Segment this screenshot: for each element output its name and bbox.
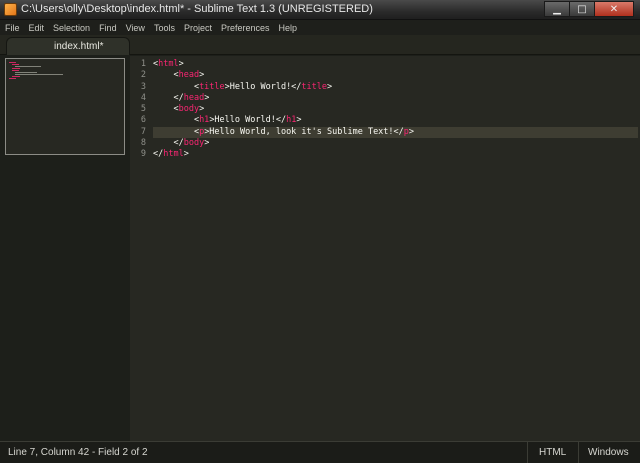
title-bar: C:\Users\olly\Desktop\index.html* - Subl… xyxy=(0,0,640,20)
line-number: 2 xyxy=(140,70,146,81)
menu-tools[interactable]: Tools xyxy=(154,23,175,33)
text-token: </ xyxy=(153,138,184,149)
minimap[interactable] xyxy=(5,58,125,155)
menu-preferences[interactable]: Preferences xyxy=(221,23,270,33)
code-line[interactable]: <p>Hello World, look it's Sublime Text!<… xyxy=(153,126,638,139)
code-line[interactable]: </html> xyxy=(153,149,638,160)
line-number: 9 xyxy=(140,149,146,160)
code-line[interactable]: <h1>Hello World!</h1> xyxy=(153,115,638,126)
tag-name-token: h1 xyxy=(199,115,210,126)
line-number: 5 xyxy=(140,104,146,115)
close-button[interactable]: ✕ xyxy=(594,1,634,17)
maximize-button[interactable]: □ xyxy=(569,1,595,17)
tag-name-token: body xyxy=(178,104,200,115)
sublime-app-icon[interactable] xyxy=(4,3,17,16)
minimap-line xyxy=(12,68,20,69)
code-editor[interactable]: 123456789 <html> <head> <title>Hello Wor… xyxy=(130,56,640,441)
tag-name-token: html xyxy=(158,59,179,69)
code-line[interactable]: <html> xyxy=(153,59,638,70)
text-token: > xyxy=(408,126,415,137)
text-token: > xyxy=(178,59,184,69)
menu-file[interactable]: File xyxy=(5,23,20,33)
text-token: < xyxy=(153,81,200,92)
line-number: 8 xyxy=(140,138,146,149)
line-number: 4 xyxy=(140,92,146,103)
line-endings-selector[interactable]: Windows xyxy=(588,447,629,458)
line-number: 7 xyxy=(140,126,146,137)
text-token: </ xyxy=(153,92,184,103)
status-separator xyxy=(578,442,579,463)
minimap-line xyxy=(15,72,37,73)
text-token: > xyxy=(199,104,205,115)
cursor-position: Line 7, Column 42 - Field 2 of 2 xyxy=(8,447,148,458)
line-number-gutter: 123456789 xyxy=(130,59,150,161)
code-line[interactable]: <head> xyxy=(153,70,638,81)
code-line[interactable]: </body> xyxy=(153,138,638,149)
syntax-selector[interactable]: HTML xyxy=(539,447,566,458)
tag-name-token: title xyxy=(301,81,328,92)
code-line[interactable]: </head> xyxy=(153,93,638,104)
text-token: >Hello World, look it's Sublime Text!</ xyxy=(204,126,404,137)
tag-name-token: head xyxy=(183,92,205,103)
tab-index-html[interactable]: index.html* xyxy=(6,37,130,55)
window-controls: ▁ □ ✕ xyxy=(544,1,634,18)
text-token: > xyxy=(204,138,210,149)
line-number: 1 xyxy=(140,59,146,69)
minimap-line xyxy=(15,66,41,67)
minimize-button[interactable]: ▁ xyxy=(544,1,570,17)
status-bar: Line 7, Column 42 - Field 2 of 2 HTML Wi… xyxy=(0,441,640,463)
window-title: C:\Users\olly\Desktop\index.html* - Subl… xyxy=(21,3,373,15)
minimap-line xyxy=(15,74,63,75)
text-token: > xyxy=(327,81,333,92)
tag-name-token: html xyxy=(163,149,184,160)
menu-bar: File Edit Selection Find View Tools Proj… xyxy=(0,20,640,35)
code-line[interactable]: <body> xyxy=(153,104,638,115)
tab-bar: index.html* xyxy=(0,35,640,55)
code-line[interactable]: <title>Hello World!</title> xyxy=(153,82,638,93)
text-token: >Hello World!</ xyxy=(224,81,302,92)
menu-view[interactable]: View xyxy=(126,23,145,33)
menu-project[interactable]: Project xyxy=(184,23,212,33)
text-token: < xyxy=(153,70,179,81)
minimap-line xyxy=(12,64,19,65)
line-number: 3 xyxy=(140,81,146,92)
code-area[interactable]: <html> <head> <title>Hello World!</title… xyxy=(153,59,638,161)
tab-label: index.html* xyxy=(54,41,104,52)
menu-edit[interactable]: Edit xyxy=(29,23,45,33)
tag-name-token: h1 xyxy=(286,115,297,126)
tag-name-token: title xyxy=(199,81,225,92)
text-token: > xyxy=(296,115,302,126)
text-token: > xyxy=(204,92,210,103)
minimap-line xyxy=(12,76,20,77)
line-number: 6 xyxy=(140,115,146,126)
minimap-line xyxy=(9,78,16,79)
status-separator xyxy=(527,442,528,463)
text-token: </ xyxy=(153,149,164,160)
text-token: < xyxy=(153,115,200,126)
text-token: > xyxy=(183,149,189,160)
text-token: > xyxy=(199,70,205,81)
minimap-line xyxy=(12,70,19,71)
text-token: < xyxy=(153,126,200,137)
text-token: >Hello World!</ xyxy=(209,115,287,126)
text-token: < xyxy=(153,104,179,115)
menu-help[interactable]: Help xyxy=(279,23,298,33)
minimap-line xyxy=(9,62,16,63)
tag-name-token: body xyxy=(183,138,205,149)
menu-find[interactable]: Find xyxy=(99,23,117,33)
tag-name-token: head xyxy=(178,70,200,81)
menu-selection[interactable]: Selection xyxy=(53,23,90,33)
